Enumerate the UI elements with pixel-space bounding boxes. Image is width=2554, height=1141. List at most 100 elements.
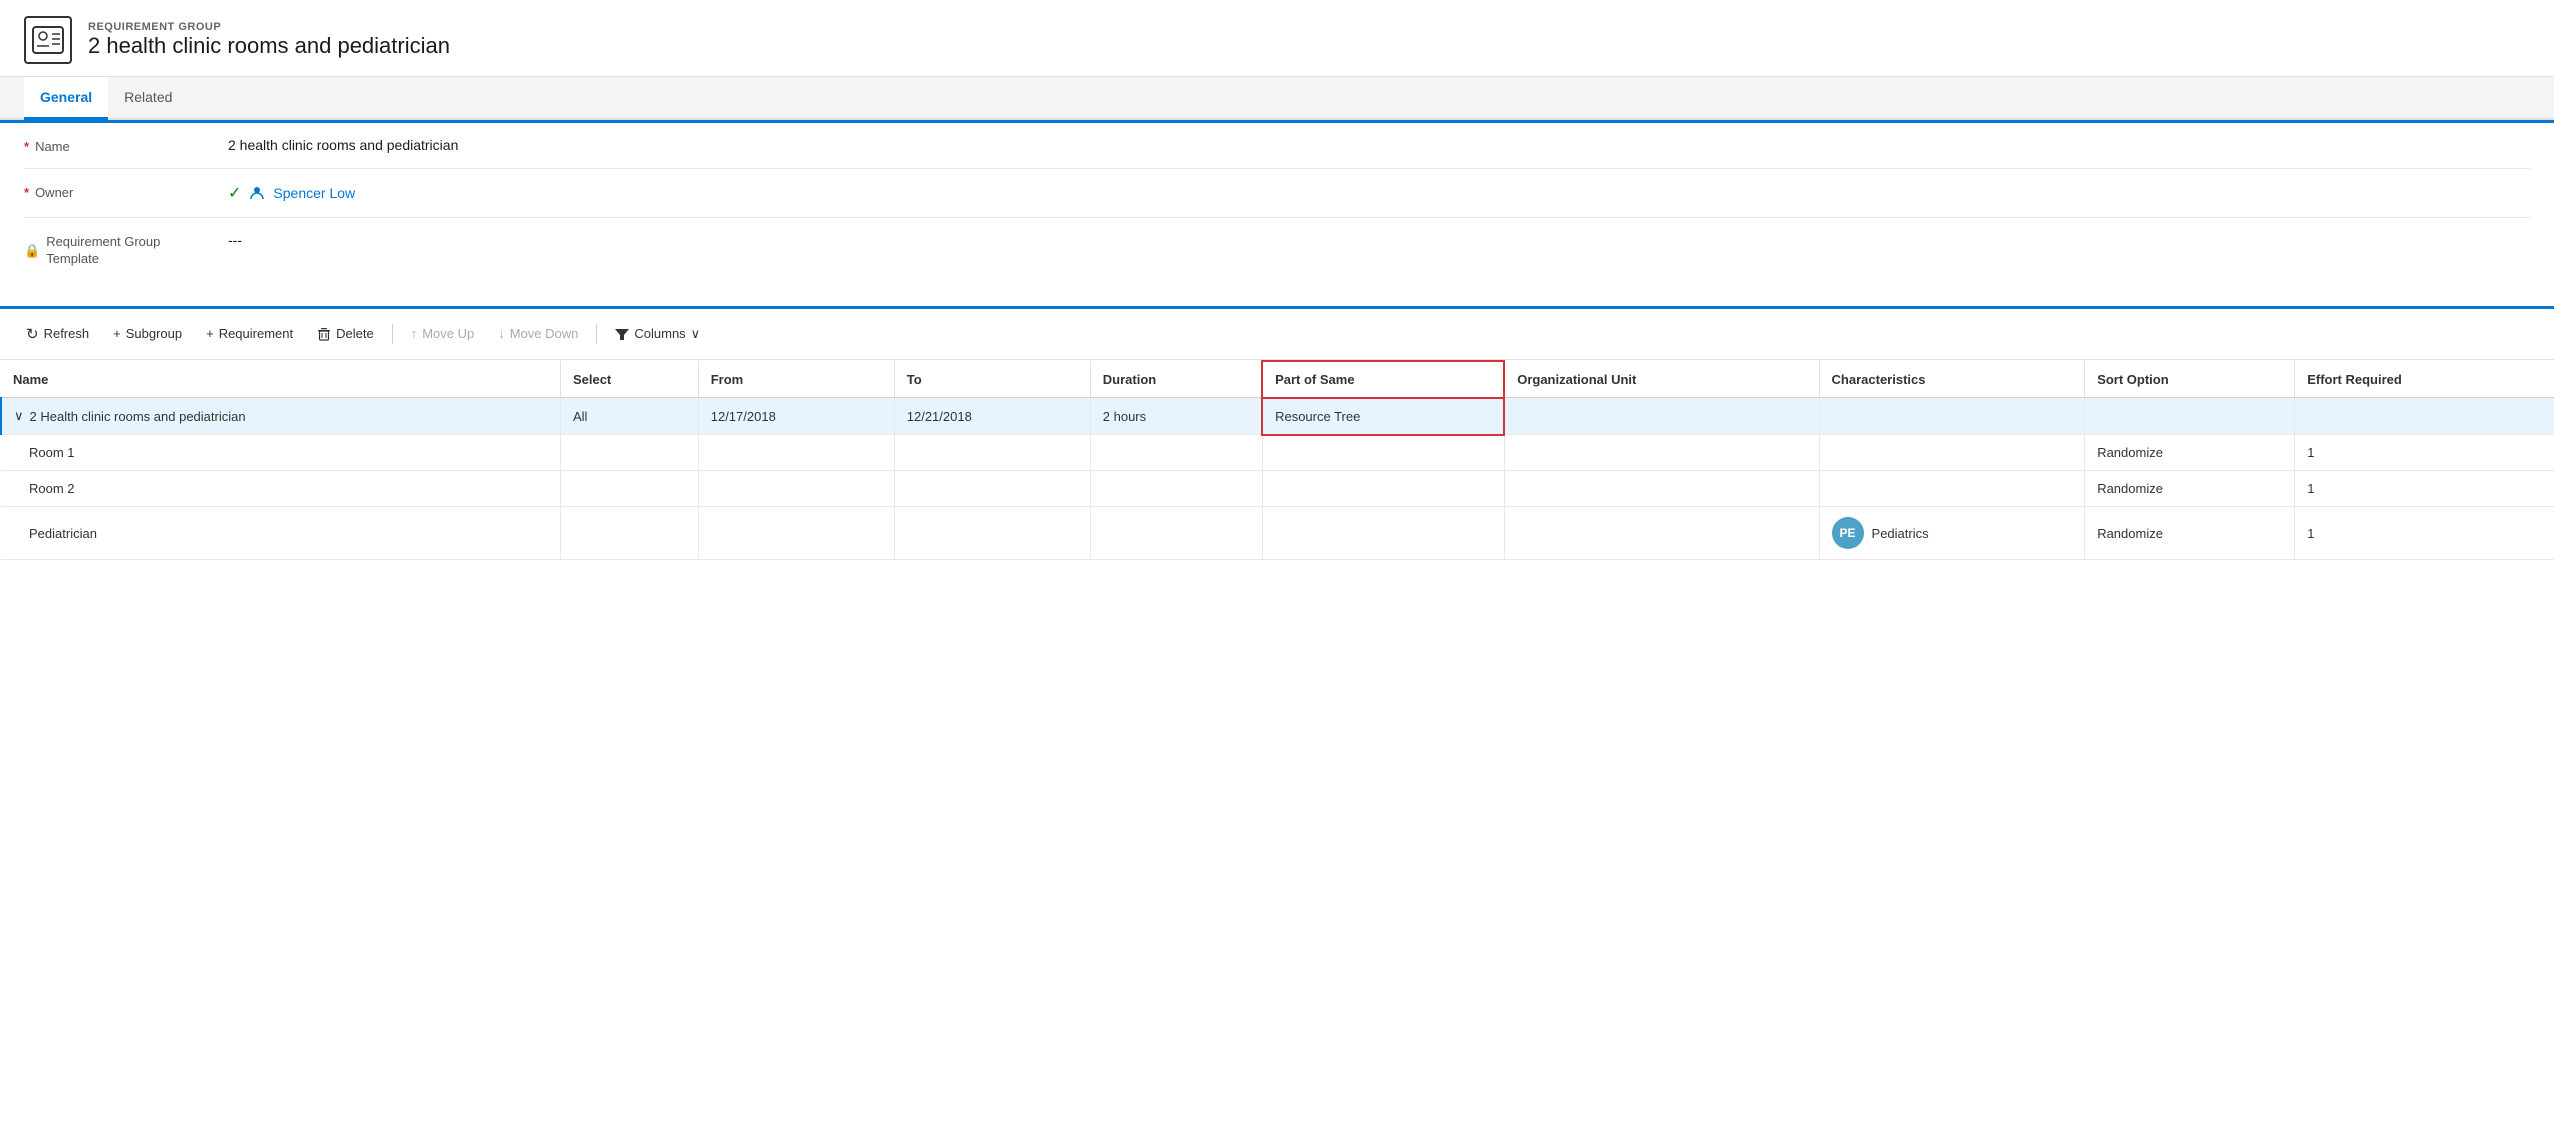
col-header-org-unit: Organizational Unit xyxy=(1504,361,1819,398)
delete-icon xyxy=(317,327,331,341)
col-header-duration: Duration xyxy=(1090,361,1262,398)
person-icon xyxy=(249,185,265,201)
cell-name: Pediatrician xyxy=(1,507,560,560)
col-header-name: Name xyxy=(1,361,560,398)
refresh-button[interactable]: ↻ Refresh xyxy=(16,319,99,349)
cell-effort-required: 1 xyxy=(2295,435,2554,471)
row-expand: ∨ 2 Health clinic rooms and pediatrician xyxy=(14,408,548,424)
cell-duration xyxy=(1090,471,1262,507)
delete-button[interactable]: Delete xyxy=(307,320,384,347)
move-up-button[interactable]: ↑ Move Up xyxy=(401,320,485,347)
cell-characteristics xyxy=(1819,435,2085,471)
move-down-icon: ↓ xyxy=(498,326,505,341)
toolbar-separator xyxy=(392,324,393,344)
owner-label: * Owner xyxy=(24,183,204,200)
cell-effort-required xyxy=(2295,398,2554,435)
cell-part-of-same: Resource Tree xyxy=(1262,398,1504,435)
col-header-to: To xyxy=(894,361,1090,398)
move-up-icon: ↑ xyxy=(411,326,418,341)
cell-org-unit xyxy=(1504,398,1819,435)
cell-part-of-same xyxy=(1262,507,1504,560)
cell-to xyxy=(894,507,1090,560)
cell-sort-option: Randomize xyxy=(2085,471,2295,507)
cell-characteristics: PE Pediatrics xyxy=(1819,507,2085,560)
cell-org-unit xyxy=(1504,471,1819,507)
required-star: * xyxy=(24,139,29,154)
col-header-characteristics: Characteristics xyxy=(1819,361,2085,398)
template-value: --- xyxy=(228,232,2530,248)
tab-bar: General Related xyxy=(0,77,2554,120)
table-row[interactable]: Room 1 Randomize 1 xyxy=(1,435,2554,471)
cell-from: 12/17/2018 xyxy=(698,398,894,435)
tab-related[interactable]: Related xyxy=(108,77,188,120)
col-header-part-of-same: Part of Same xyxy=(1262,361,1504,398)
cell-name: ∨ 2 Health clinic rooms and pediatrician xyxy=(1,398,560,435)
cell-sort-option: Randomize xyxy=(2085,507,2295,560)
cell-name: Room 2 xyxy=(1,471,560,507)
name-label: * Name xyxy=(24,137,204,154)
columns-button[interactable]: Columns ∨ xyxy=(605,320,710,348)
cell-to xyxy=(894,471,1090,507)
grid-section: ↻ Refresh + Subgroup + Requirement Delet… xyxy=(0,306,2554,561)
filter-icon xyxy=(615,327,629,341)
table-header-row: Name Select From To Duration Part of Sam… xyxy=(1,361,2554,398)
requirement-button[interactable]: + Requirement xyxy=(196,320,303,347)
move-down-button[interactable]: ↓ Move Down xyxy=(488,320,588,347)
requirement-plus-icon: + xyxy=(206,326,214,341)
header-text: REQUIREMENT GROUP 2 health clinic rooms … xyxy=(88,21,450,59)
owner-status-icon: ✓ xyxy=(228,183,241,203)
cell-duration xyxy=(1090,435,1262,471)
pe-badge: PE xyxy=(1832,517,1864,549)
name-value: 2 health clinic rooms and pediatrician xyxy=(228,137,2530,153)
columns-chevron-icon: ∨ xyxy=(691,326,701,342)
expand-icon: ∨ xyxy=(14,408,24,424)
subgroup-plus-icon: + xyxy=(113,326,121,341)
cell-from xyxy=(698,507,894,560)
table-row[interactable]: ∨ 2 Health clinic rooms and pediatrician… xyxy=(1,398,2554,435)
tab-general[interactable]: General xyxy=(24,77,108,120)
cell-part-of-same xyxy=(1262,435,1504,471)
cell-effort-required: 1 xyxy=(2295,471,2554,507)
form-section: * Name 2 health clinic rooms and pediatr… xyxy=(0,120,2554,298)
grid-toolbar: ↻ Refresh + Subgroup + Requirement Delet… xyxy=(0,309,2554,360)
col-header-select: Select xyxy=(560,361,698,398)
field-row-owner: * Owner ✓ Spencer Low xyxy=(24,169,2530,218)
cell-select xyxy=(560,471,698,507)
cell-effort-required: 1 xyxy=(2295,507,2554,560)
col-header-sort-option: Sort Option xyxy=(2085,361,2295,398)
cell-name: Room 1 xyxy=(1,435,560,471)
col-header-from: From xyxy=(698,361,894,398)
entity-icon xyxy=(24,16,72,64)
field-row-name: * Name 2 health clinic rooms and pediatr… xyxy=(24,123,2530,169)
cell-select: All xyxy=(560,398,698,435)
page-title: 2 health clinic rooms and pediatrician xyxy=(88,33,450,59)
table-row[interactable]: Pediatrician PE Pediatrics Randomize 1 xyxy=(1,507,2554,560)
page-header: REQUIREMENT GROUP 2 health clinic rooms … xyxy=(0,0,2554,77)
cell-from xyxy=(698,435,894,471)
data-table: Name Select From To Duration Part of Sam… xyxy=(0,360,2554,561)
toolbar-separator-2 xyxy=(596,324,597,344)
cell-duration xyxy=(1090,507,1262,560)
cell-select xyxy=(560,435,698,471)
refresh-icon: ↻ xyxy=(26,325,39,343)
cell-from xyxy=(698,471,894,507)
col-header-effort-required: Effort Required xyxy=(2295,361,2554,398)
subgroup-button[interactable]: + Subgroup xyxy=(103,320,192,347)
cell-org-unit xyxy=(1504,435,1819,471)
table-row[interactable]: Room 2 Randomize 1 xyxy=(1,471,2554,507)
cell-duration: 2 hours xyxy=(1090,398,1262,435)
template-label: 🔒 Requirement Group Template xyxy=(24,232,204,268)
cell-part-of-same xyxy=(1262,471,1504,507)
cell-to: 12/21/2018 xyxy=(894,398,1090,435)
entity-type-label: REQUIREMENT GROUP xyxy=(88,21,450,33)
owner-value: ✓ Spencer Low xyxy=(228,183,2530,203)
characteristics-cell: PE Pediatrics xyxy=(1832,517,2073,549)
cell-org-unit xyxy=(1504,507,1819,560)
field-row-template: 🔒 Requirement Group Template --- xyxy=(24,218,2530,282)
cell-sort-option: Randomize xyxy=(2085,435,2295,471)
cell-characteristics xyxy=(1819,398,2085,435)
owner-link[interactable]: Spencer Low xyxy=(273,185,355,201)
required-star-owner: * xyxy=(24,185,29,200)
cell-characteristics xyxy=(1819,471,2085,507)
cell-sort-option xyxy=(2085,398,2295,435)
